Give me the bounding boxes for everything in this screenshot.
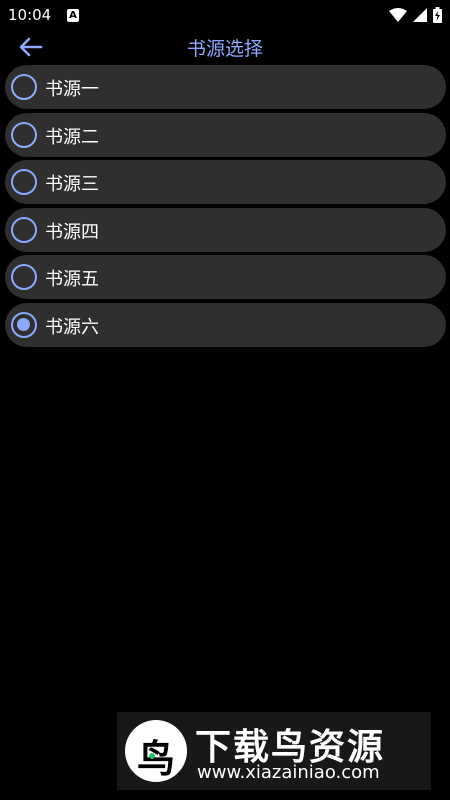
- bird-logo-icon: 鸟: [125, 720, 187, 782]
- signal-icon: [413, 8, 427, 22]
- radio-unchecked-icon[interactable]: [11, 169, 37, 195]
- watermark: 鸟 下载鸟资源 www.xiazainiao.com: [117, 712, 431, 790]
- source-option-label: 书源三: [45, 174, 99, 195]
- radio-unchecked-icon[interactable]: [11, 264, 37, 290]
- source-option[interactable]: 书源二: [5, 112, 446, 157]
- source-option[interactable]: 书源四: [5, 207, 446, 252]
- status-bar: 10:04 A: [0, 0, 450, 32]
- source-option-label: 书源四: [45, 221, 99, 243]
- radio-unchecked-icon[interactable]: [11, 121, 37, 148]
- source-option[interactable]: 书源一: [5, 65, 446, 109]
- source-option-label: 书源六: [45, 316, 99, 338]
- source-option-label: 书源一: [45, 79, 99, 100]
- source-option-label: 书源五: [45, 269, 99, 290]
- battery-icon: [433, 7, 442, 23]
- source-option[interactable]: 书源六: [5, 302, 446, 347]
- radio-unchecked-icon[interactable]: [11, 216, 37, 243]
- source-option[interactable]: 书源五: [5, 255, 446, 299]
- status-time: 10:04: [8, 6, 52, 24]
- wifi-icon: [389, 8, 407, 22]
- status-icons: [389, 7, 442, 23]
- page-title: 书源选择: [186, 38, 263, 60]
- watermark-url: www.xiazainiao.com: [197, 762, 380, 783]
- source-option-label: 书源二: [45, 126, 99, 148]
- app-bar: 书源选择: [0, 32, 450, 62]
- radio-unchecked-icon[interactable]: [11, 74, 37, 100]
- source-option[interactable]: 书源三: [5, 160, 446, 204]
- radio-checked-icon[interactable]: [11, 311, 37, 338]
- notification-a-icon: A: [67, 9, 79, 22]
- source-list: 书源一书源二书源三书源四书源五书源六: [5, 65, 446, 350]
